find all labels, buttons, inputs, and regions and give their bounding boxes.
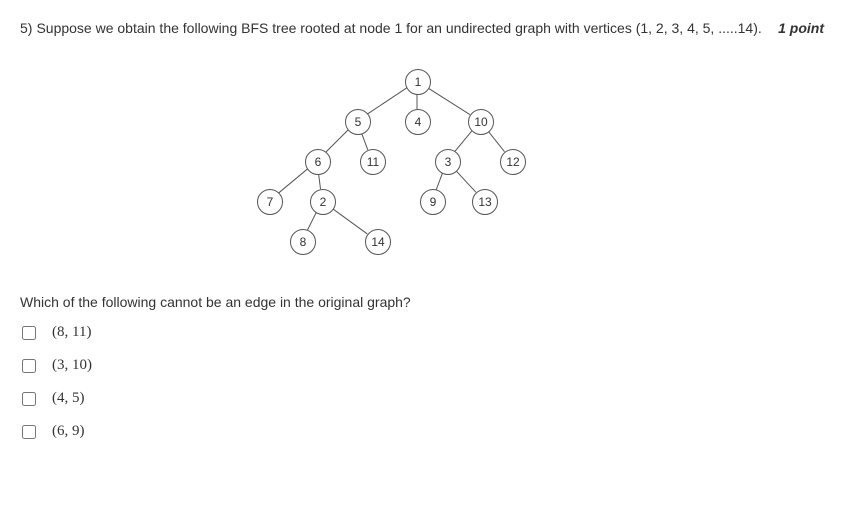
option-label: (4, 5): [52, 390, 85, 407]
bfs-tree-figure: 1 5 4 10 6 11 3 12 7 2 9 13 8 14: [222, 69, 622, 264]
tree-node-13: 13: [472, 189, 498, 215]
option-row: (6, 9): [20, 423, 824, 440]
tree-node-7: 7: [257, 189, 283, 215]
question-number: 5): [20, 18, 32, 39]
tree-node-11: 11: [360, 149, 386, 175]
tree-node-9: 9: [420, 189, 446, 215]
tree-node-6: 6: [305, 149, 331, 175]
option-checkbox[interactable]: [22, 326, 36, 340]
question-text: Suppose we obtain the following BFS tree…: [36, 18, 768, 39]
option-row: (8, 11): [20, 324, 824, 341]
tree-node-1: 1: [405, 69, 431, 95]
options-list: (8, 11) (3, 10) (4, 5) (6, 9): [20, 324, 824, 440]
option-checkbox[interactable]: [22, 392, 36, 406]
tree-node-8: 8: [290, 229, 316, 255]
tree-node-2: 2: [310, 189, 336, 215]
tree-edges: [222, 69, 622, 264]
sub-question-text: Which of the following cannot be an edge…: [20, 294, 824, 310]
tree-node-3: 3: [435, 149, 461, 175]
tree-node-14: 14: [365, 229, 391, 255]
tree-node-12: 12: [500, 149, 526, 175]
option-checkbox[interactable]: [22, 425, 36, 439]
question-points: 1 point: [778, 18, 824, 39]
question-header: 5) Suppose we obtain the following BFS t…: [20, 18, 824, 39]
option-row: (3, 10): [20, 357, 824, 374]
option-row: (4, 5): [20, 390, 824, 407]
tree-node-5: 5: [345, 109, 371, 135]
tree-node-10: 10: [468, 109, 494, 135]
option-label: (3, 10): [52, 357, 92, 374]
tree-node-4: 4: [405, 109, 431, 135]
option-label: (8, 11): [52, 324, 91, 341]
option-label: (6, 9): [52, 423, 85, 440]
option-checkbox[interactable]: [22, 359, 36, 373]
